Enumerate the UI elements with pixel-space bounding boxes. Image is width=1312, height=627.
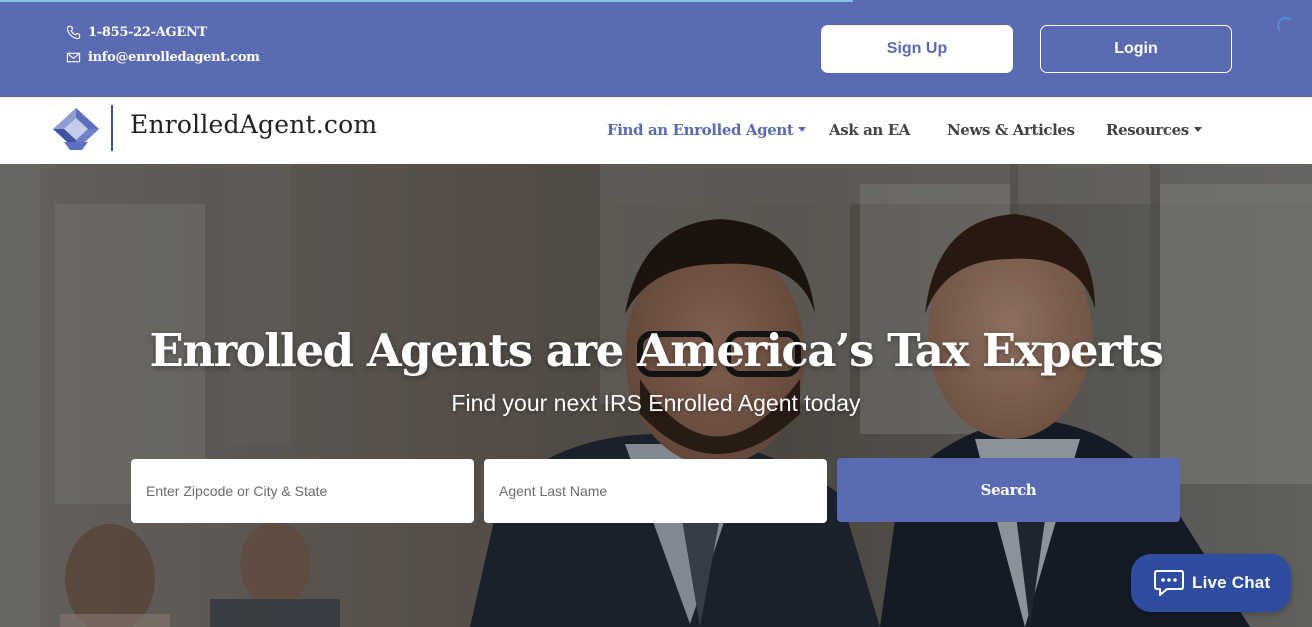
nav-ask-an-ea[interactable]: Ask an EA [829, 121, 910, 139]
logo-divider [111, 105, 113, 151]
chat-bubble-icon [1154, 570, 1184, 596]
nav-resources[interactable]: Resources [1106, 121, 1202, 139]
sign-up-button[interactable]: Sign Up [821, 25, 1013, 73]
live-chat-label: Live Chat [1192, 573, 1271, 592]
page-load-progress-bar [0, 0, 853, 2]
logo-text: EnrolledAgent.com [130, 109, 378, 139]
nav-find-an-enrolled-agent[interactable]: Find an Enrolled Agent [607, 121, 807, 139]
email-address: info@enrolledagent.com [88, 50, 260, 65]
hero-section: Enrolled Agents are America’s Tax Expert… [0, 164, 1312, 627]
agent-last-name-input[interactable] [484, 459, 827, 523]
chevron-down-icon [798, 127, 807, 132]
nav-label: Resources [1106, 121, 1189, 139]
email-contact[interactable]: info@enrolledagent.com [66, 49, 260, 66]
nav-label: News & Articles [947, 121, 1075, 139]
top-contact-bar: 1-855-22-AGENT info@enrolledagent.com Si… [0, 0, 1312, 97]
live-chat-button[interactable]: Live Chat [1131, 554, 1291, 612]
search-button[interactable]: Search [837, 458, 1180, 522]
location-search-input[interactable] [131, 459, 474, 523]
hero-subtitle: Find your next IRS Enrolled Agent today [451, 390, 861, 416]
nav-label: Ask an EA [829, 121, 911, 139]
phone-contact[interactable]: 1-855-22-AGENT [66, 24, 260, 41]
phone-number: 1-855-22-AGENT [88, 25, 207, 40]
chevron-down-icon [1193, 127, 1202, 132]
envelope-icon [66, 50, 81, 65]
main-navbar: EnrolledAgent.com Find an Enrolled Agent… [0, 97, 1312, 164]
hero-title: Enrolled Agents are America’s Tax Expert… [149, 324, 1164, 377]
site-logo[interactable]: EnrolledAgent.com [52, 105, 377, 151]
nav-label: Find an Enrolled Agent [607, 121, 794, 139]
logo-mark-icon [53, 108, 99, 150]
contact-info: 1-855-22-AGENT info@enrolledagent.com [66, 24, 260, 74]
loading-spinner-icon [1277, 17, 1294, 34]
login-button[interactable]: Login [1040, 25, 1232, 73]
phone-icon [66, 25, 81, 40]
nav-news-articles[interactable]: News & Articles [947, 121, 1075, 139]
